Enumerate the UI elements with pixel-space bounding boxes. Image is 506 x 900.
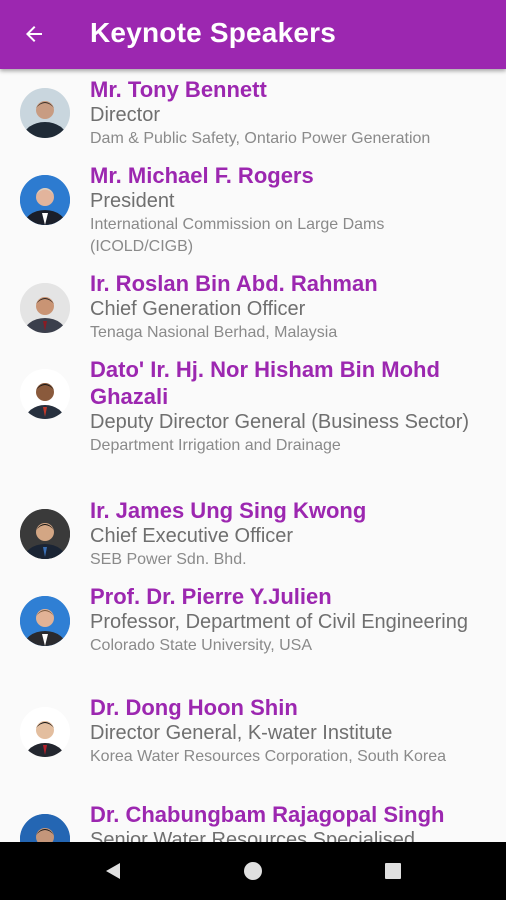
- speaker-avatar: [20, 596, 70, 646]
- speaker-title: Deputy Director General (Business Sector…: [90, 411, 470, 433]
- app-bar: Keynote Speakers: [0, 0, 506, 69]
- speaker-name: Dr. Dong Hoon Shin: [90, 695, 298, 720]
- speaker-name: Ir. Roslan Bin Abd. Rahman: [90, 271, 378, 296]
- speaker-avatar: [20, 707, 70, 757]
- page-title: Keynote Speakers: [90, 17, 336, 48]
- speaker-name: Dr. Chabungbam Rajagopal Singh: [90, 802, 445, 827]
- system-nav-bar: [0, 842, 506, 900]
- speaker-title: Chief Generation Officer: [90, 298, 306, 320]
- speaker-name: Dato' Ir. Hj. Nor Hisham Bin Mohd Ghazal…: [90, 357, 440, 409]
- back-button[interactable]: [14, 14, 54, 54]
- speaker-title: Director General, K-water Institute: [90, 722, 393, 744]
- arrow-back-icon: [26, 26, 42, 42]
- speaker-title: President: [90, 190, 175, 212]
- speaker-organization: Colorado State University, USA: [90, 637, 313, 654]
- speaker-avatar: [20, 175, 70, 225]
- speaker-avatar: [20, 88, 70, 138]
- nav-back-triangle-icon: [106, 863, 120, 879]
- speaker-title: Director: [90, 104, 161, 126]
- speaker-organization: International Commission on Large Dams (…: [90, 216, 385, 255]
- speaker-organization: Korea Water Resources Corporation, South…: [90, 748, 447, 765]
- speaker-avatar: [20, 814, 70, 842]
- speaker-name: Prof. Dr. Pierre Y.Julien: [90, 584, 332, 609]
- speaker-avatar: [20, 283, 70, 333]
- nav-home-button[interactable]: [233, 851, 273, 891]
- speaker-title: Senior Water Resources Specialised: [90, 829, 415, 842]
- speaker-organization: SEB Power Sdn. Bhd.: [90, 551, 247, 568]
- speaker-organization: Tenaga Nasional Berhad, Malaysia: [90, 324, 338, 341]
- speaker-avatar: [20, 509, 70, 559]
- nav-home-circle-icon: [244, 862, 262, 880]
- nav-recents-button[interactable]: [373, 851, 413, 891]
- speaker-name: Ir. James Ung Sing Kwong: [90, 498, 367, 523]
- speaker-list[interactable]: Mr. Tony Bennett Director Dam & Public S…: [0, 69, 506, 842]
- speaker-organization: Dam & Public Safety, Ontario Power Gener…: [90, 130, 431, 147]
- nav-recents-square-icon: [385, 863, 401, 879]
- nav-back-button[interactable]: [93, 851, 133, 891]
- speaker-name: Mr. Michael F. Rogers: [90, 163, 314, 188]
- speaker-title: Chief Executive Officer: [90, 525, 294, 547]
- speaker-name: Mr. Tony Bennett: [90, 77, 267, 102]
- speaker-avatar: [20, 369, 70, 419]
- speaker-title: Professor, Department of Civil Engineeri…: [90, 611, 468, 633]
- speaker-organization: Department Irrigation and Drainage: [90, 437, 341, 454]
